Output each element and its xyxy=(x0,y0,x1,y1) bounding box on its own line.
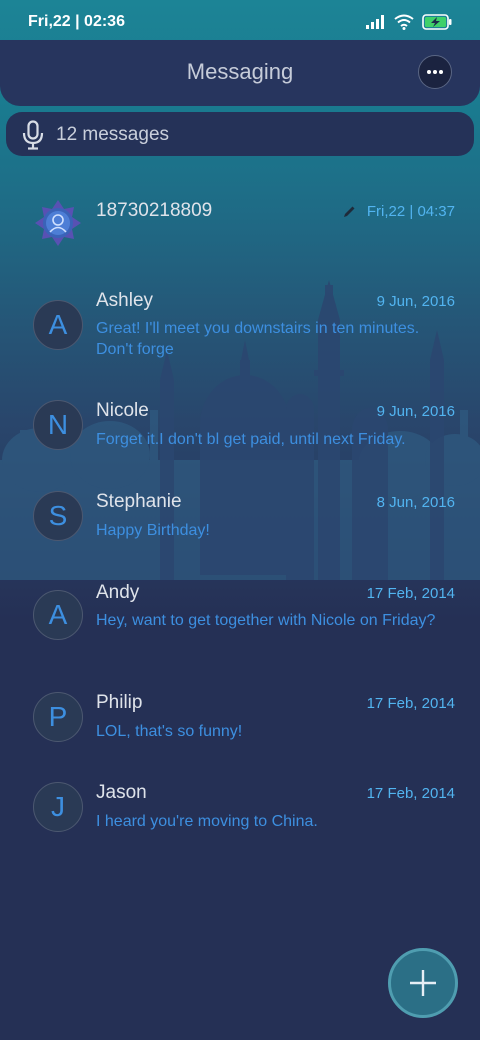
contact-badge-icon xyxy=(35,200,81,246)
avatar: N xyxy=(33,400,83,450)
contact-name: Nicole xyxy=(96,400,149,421)
contact-name: Ashley xyxy=(96,290,154,311)
microphone-icon[interactable] xyxy=(22,120,44,150)
message-thread[interactable]: 18730218809 Fri,22 | 04:37 xyxy=(0,190,480,280)
message-date: 17 Feb, 2014 xyxy=(366,785,455,802)
contact-name: Jason xyxy=(96,782,147,803)
search-bar[interactable]: 12 messages xyxy=(6,112,474,156)
contact-name: 18730218809 xyxy=(96,200,213,221)
page-title: Messaging xyxy=(186,59,294,84)
message-thread[interactable]: S Stephanie 8 Jun, 2016 Happy Birthday! xyxy=(0,481,480,571)
avatar: P xyxy=(33,692,83,742)
message-preview: Hey, want to get together with Nicole on… xyxy=(96,612,436,629)
status-time: Fri,22 | 02:36 xyxy=(28,13,125,30)
message-preview: I heard you're moving to China. xyxy=(96,813,318,830)
status-bar: Fri,22 | 02:36 xyxy=(0,0,480,44)
message-date: 17 Feb, 2014 xyxy=(366,585,455,602)
battery-charging-icon xyxy=(422,14,452,30)
signal-icon xyxy=(366,15,384,29)
avatar: A xyxy=(33,300,83,350)
message-preview: LOL, that's so funny! xyxy=(96,723,243,740)
contact-name: Philip xyxy=(96,692,143,713)
message-preview: Happy Birthday! xyxy=(96,522,210,539)
avatar: A xyxy=(33,590,83,640)
message-count: 12 messages xyxy=(56,124,170,145)
message-date: 9 Jun, 2016 xyxy=(376,403,455,420)
message-thread[interactable]: N Nicole 9 Jun, 2016 Forget it.I don't b… xyxy=(0,390,480,480)
more-options-button[interactable] xyxy=(418,55,452,89)
more-icon xyxy=(427,70,443,74)
message-date: Fri,22 | 04:37 xyxy=(366,203,455,220)
wifi-icon xyxy=(394,14,414,30)
new-message-button[interactable] xyxy=(388,948,458,1018)
avatar: J xyxy=(33,782,83,832)
message-date: 9 Jun, 2016 xyxy=(376,293,455,310)
message-thread[interactable]: P Philip 17 Feb, 2014 LOL, that's so fun… xyxy=(0,682,480,772)
app-header: Messaging xyxy=(0,40,480,106)
plus-icon xyxy=(410,970,436,996)
message-preview: Forget it.I don't bl get paid, until nex… xyxy=(96,431,406,448)
message-thread[interactable]: J Jason 17 Feb, 2014 I heard you're movi… xyxy=(0,772,480,862)
message-thread[interactable]: A Ashley 9 Jun, 2016 Great! I'll meet yo… xyxy=(0,280,480,370)
message-date: 8 Jun, 2016 xyxy=(376,494,455,511)
contact-name: Stephanie xyxy=(96,491,182,512)
draft-pencil-icon xyxy=(344,206,355,217)
message-date: 17 Feb, 2014 xyxy=(366,695,455,712)
avatar: S xyxy=(33,491,83,541)
contact-name: Andy xyxy=(96,582,140,603)
message-preview: Great! I'll meet you downstairs in ten m… xyxy=(96,320,420,358)
message-thread[interactable]: A Andy 17 Feb, 2014 Hey, want to get tog… xyxy=(0,572,480,662)
